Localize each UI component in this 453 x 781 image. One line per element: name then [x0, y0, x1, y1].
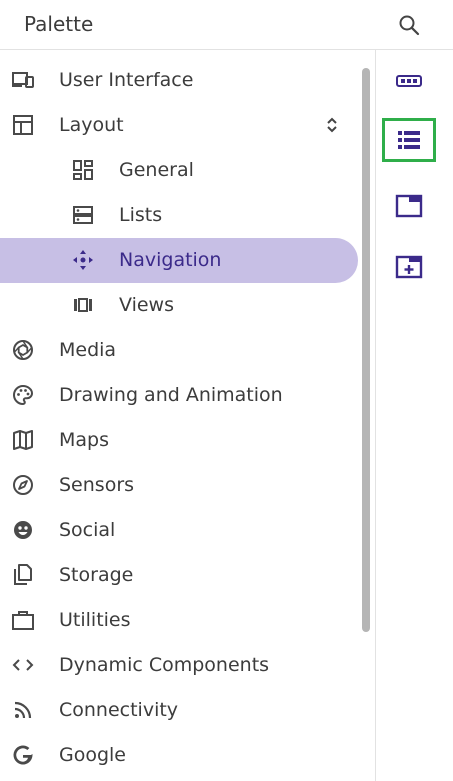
palette-tree: User Interface Layout General Lists Navi… [0, 58, 360, 778]
dns-icon [71, 203, 95, 227]
palette-item-label: Views [119, 294, 174, 316]
navigation-icon [71, 248, 95, 272]
devices-icon [11, 68, 35, 92]
palette-item-dynamic-components[interactable]: Dynamic Components [0, 643, 360, 688]
briefcase-icon [11, 608, 35, 632]
palette-item-general[interactable]: General [0, 148, 360, 193]
palette-item-navigation[interactable]: Navigation [0, 238, 358, 283]
palette-item-storage[interactable]: Storage [0, 553, 360, 598]
palette-item-label: General [119, 159, 194, 181]
palette-scrollbar[interactable] [362, 68, 370, 632]
palette-item-label: Layout [59, 114, 124, 136]
horizontal-arrangement-icon [396, 75, 422, 87]
palette-header: Palette [0, 0, 453, 50]
palette-item-user-interface[interactable]: User Interface [0, 58, 360, 103]
palette-item-label: Storage [59, 564, 134, 586]
camera-shutter-icon [11, 338, 35, 362]
panel-divider [375, 50, 376, 781]
palette-item-label: Navigation [119, 249, 222, 271]
palette-title: Palette [24, 12, 94, 36]
palette-item-sensors[interactable]: Sensors [0, 463, 360, 508]
layout-icon [11, 113, 35, 137]
search-icon [399, 15, 420, 36]
rail-list-view-button[interactable] [382, 118, 436, 162]
rail-add-screen-button[interactable] [382, 245, 436, 289]
rail-horizontal-arrangement-button[interactable] [382, 59, 436, 103]
palette-item-label: Maps [59, 429, 109, 451]
palette-item-label: Media [59, 339, 117, 361]
palette-item-label: Utilities [59, 609, 131, 631]
palette-item-connectivity[interactable]: Connectivity [0, 688, 360, 733]
palette-item-label: Social [59, 519, 116, 541]
palette-item-label: User Interface [59, 69, 194, 91]
social-face-icon [11, 518, 35, 542]
palette-icon [11, 383, 35, 407]
palette-item-google[interactable]: Google [0, 733, 360, 778]
palette-item-lists[interactable]: Lists [0, 193, 360, 238]
copy-files-icon [11, 563, 35, 587]
list-view-icon [398, 131, 420, 149]
window-icon [395, 194, 423, 218]
map-icon [11, 428, 35, 452]
collapse-button[interactable] [322, 115, 342, 135]
google-g-icon [11, 743, 35, 767]
palette-item-social[interactable]: Social [0, 508, 360, 553]
palette-item-label: Sensors [59, 474, 135, 496]
collapse-icon [327, 117, 337, 133]
compass-icon [11, 473, 35, 497]
palette-item-label: Lists [119, 204, 163, 226]
code-brackets-icon [11, 653, 35, 677]
palette-item-label: Drawing and Animation [59, 384, 283, 406]
palette-item-label: Google [59, 744, 127, 766]
palette-item-drawing-and-animation[interactable]: Drawing and Animation [0, 373, 360, 418]
search-button[interactable] [392, 8, 426, 42]
rss-feed-icon [11, 698, 35, 722]
palette-item-maps[interactable]: Maps [0, 418, 360, 463]
rail-window-button[interactable] [382, 184, 436, 228]
palette-item-label: Dynamic Components [59, 654, 270, 676]
palette-item-utilities[interactable]: Utilities [0, 598, 360, 643]
palette-item-media[interactable]: Media [0, 328, 360, 373]
palette-item-layout[interactable]: Layout [0, 103, 360, 148]
add-screen-icon [395, 255, 423, 279]
palette-item-views[interactable]: Views [0, 283, 360, 328]
view-array-icon [71, 293, 95, 317]
dashboard-icon [71, 158, 95, 182]
palette-item-label: Connectivity [59, 699, 179, 721]
